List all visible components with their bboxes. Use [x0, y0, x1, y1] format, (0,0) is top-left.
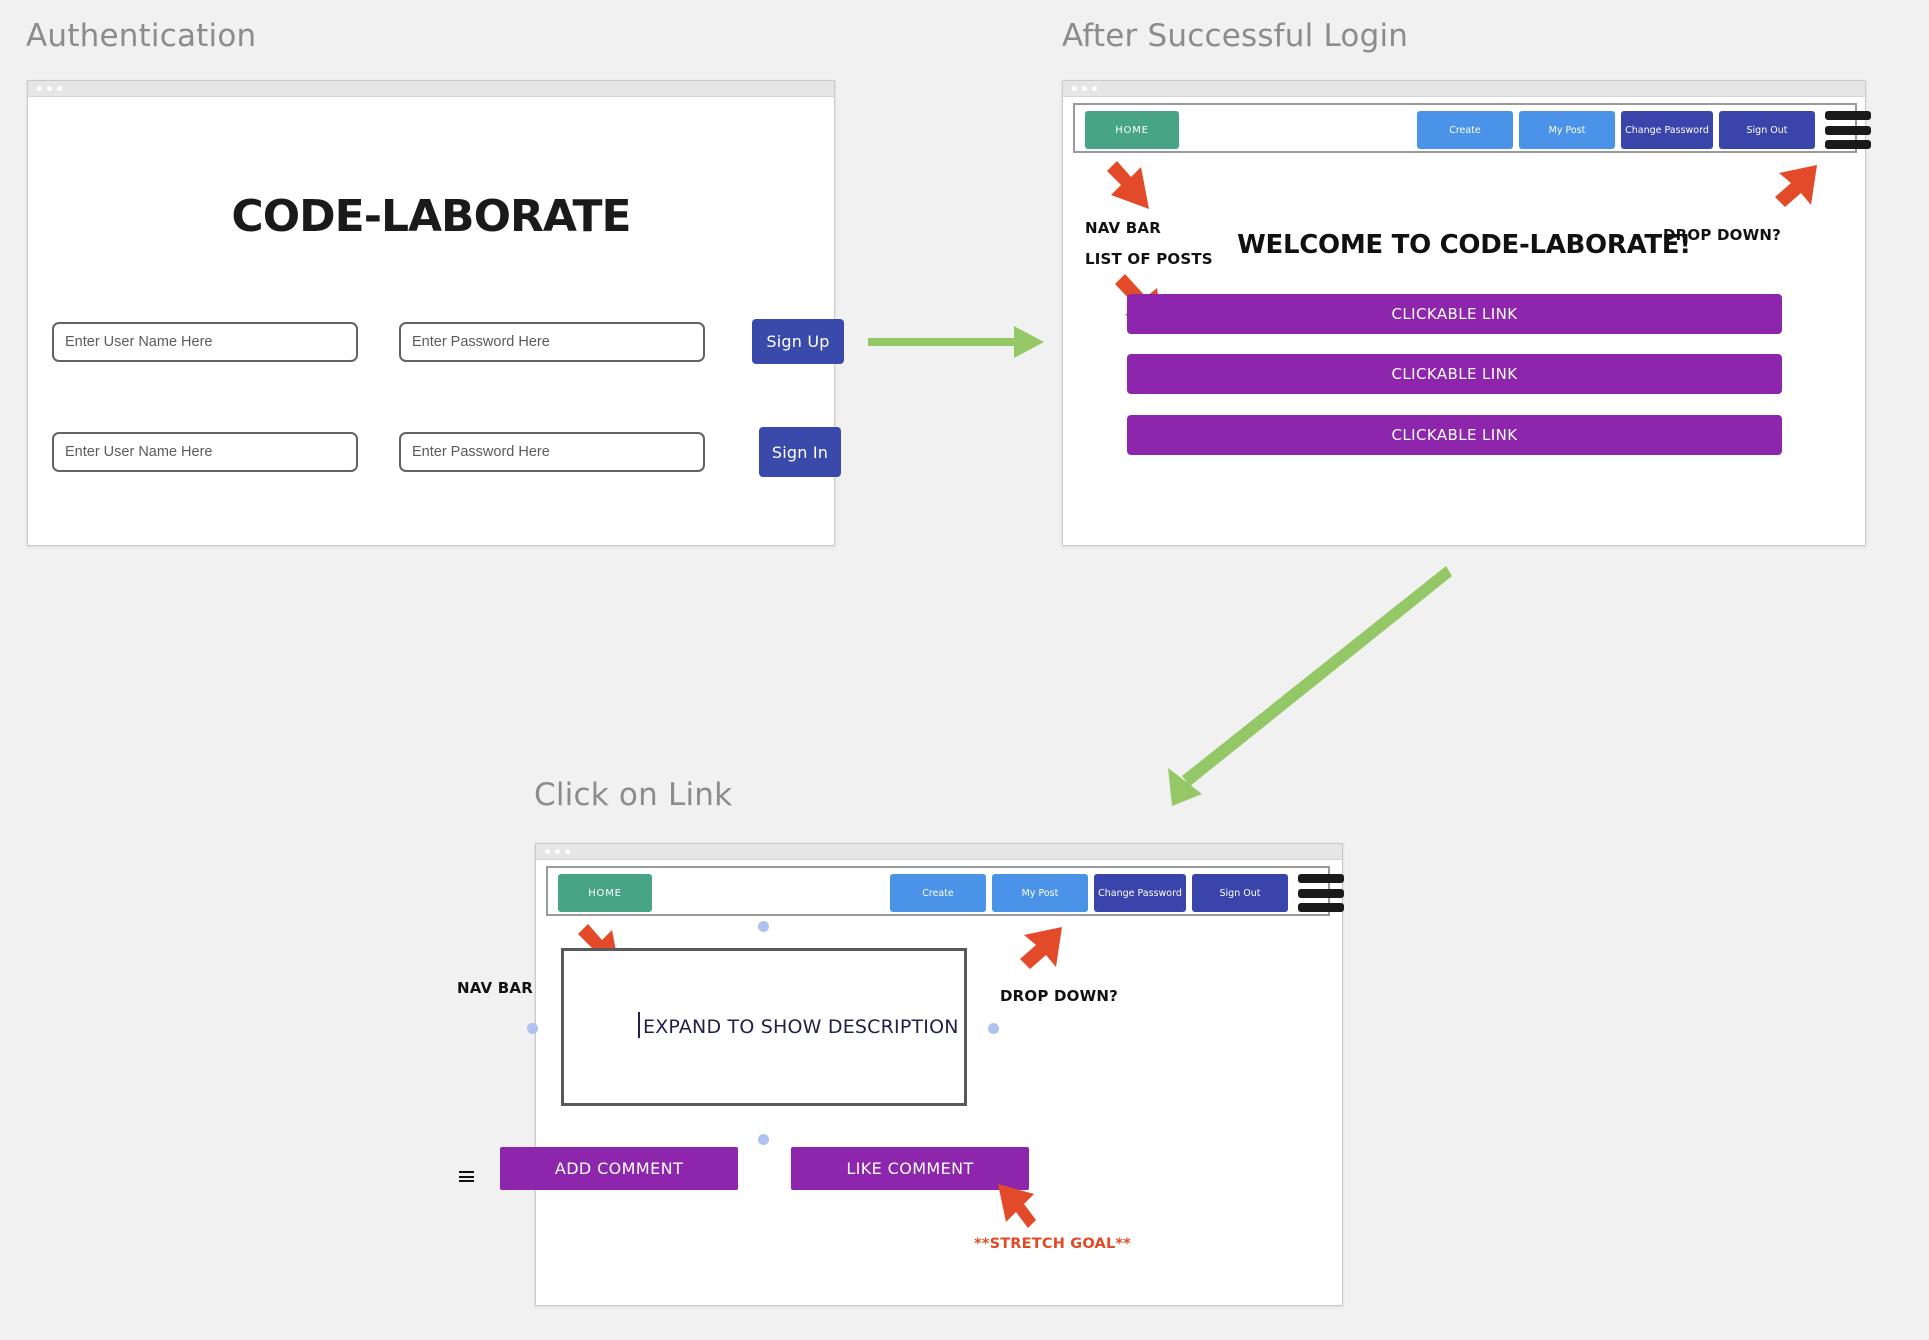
signup-password-input[interactable]: Enter Password Here [399, 322, 705, 362]
nav-my-post-button[interactable]: My Post [1519, 111, 1615, 149]
auth-browser-window: CODE-LABORATE Enter User Name Here Enter… [27, 80, 844, 546]
window-titlebar [1063, 81, 1865, 97]
window-titlebar [28, 81, 834, 97]
section-title-after-login: After Successful Login [1062, 18, 1409, 54]
resize-handle-left[interactable] [527, 1023, 538, 1034]
description-label: EXPAND TO SHOW DESCRIPTION [643, 1016, 959, 1038]
mockup-canvas: Authentication After Successful Login Cl… [0, 0, 1929, 1340]
resize-handle-top[interactable] [758, 921, 769, 932]
text-caret-icon [638, 1012, 640, 1038]
annotation-stretch-goal: **STRETCH GOAL** [974, 1236, 1131, 1252]
hamburger-icon[interactable] [1825, 111, 1871, 149]
window-dot-icon [565, 849, 570, 854]
window-titlebar [536, 844, 1342, 860]
post-link-2[interactable]: CLICKABLE LINK [1127, 354, 1782, 394]
navbar: HOME Create My Post Change Password Sign… [546, 866, 1344, 916]
flow-arrow-right-icon [868, 326, 1044, 358]
annotation-arrow-navbar-icon [1107, 161, 1149, 209]
nav-sign-out-button[interactable]: Sign Out [1192, 874, 1288, 912]
section-title-click-on-link: Click on Link [534, 777, 733, 813]
hamburger-icon[interactable] [1298, 874, 1344, 912]
post-link-3[interactable]: CLICKABLE LINK [1127, 415, 1782, 455]
signin-password-input[interactable]: Enter Password Here [399, 432, 705, 472]
annotation-arrow-dropdown-icon [1775, 165, 1817, 207]
description-label-wrapper: EXPAND TO SHOW DESCRIPTION [638, 1012, 959, 1038]
footer-hamburger-icon[interactable] [459, 1171, 474, 1182]
annotation-arrow-dropdown-icon [1020, 927, 1062, 969]
sign-in-button[interactable]: Sign In [759, 427, 841, 477]
nav-home-button[interactable]: HOME [558, 874, 652, 912]
nav-change-password-button[interactable]: Change Password [1621, 111, 1713, 149]
home-window-body: HOME Create My Post Change Password Sign… [1063, 97, 1871, 545]
window-dot-icon [1072, 86, 1077, 91]
window-dot-icon [1092, 86, 1097, 91]
add-comment-button[interactable]: ADD COMMENT [500, 1147, 738, 1190]
nav-create-button[interactable]: Create [890, 874, 986, 912]
flow-arrow-diagonal-icon [1168, 566, 1452, 806]
annotation-list-of-posts: LIST OF POSTS [1085, 250, 1213, 268]
navbar: HOME Create My Post Change Password Sign… [1073, 103, 1871, 153]
annotation-nav-bar: NAV BAR [457, 979, 533, 997]
post-link-1[interactable]: CLICKABLE LINK [1127, 294, 1782, 334]
auth-window-body: CODE-LABORATE Enter User Name Here Enter… [28, 97, 844, 545]
window-dot-icon [57, 86, 62, 91]
section-title-authentication: Authentication [26, 18, 257, 54]
detail-window-body: HOME Create My Post Change Password Sign… [457, 860, 1344, 1305]
sign-up-button[interactable]: Sign Up [752, 319, 844, 364]
brand-title: CODE-LABORATE [231, 191, 631, 242]
window-dot-icon [555, 849, 560, 854]
window-dot-icon [1082, 86, 1087, 91]
nav-sign-out-button[interactable]: Sign Out [1719, 111, 1815, 149]
nav-my-post-button[interactable]: My Post [992, 874, 1088, 912]
window-dot-icon [47, 86, 52, 91]
like-comment-button[interactable]: LIKE COMMENT [791, 1147, 1029, 1190]
nav-create-button[interactable]: Create [1417, 111, 1513, 149]
nav-home-button[interactable]: HOME [1085, 111, 1179, 149]
nav-change-password-button[interactable]: Change Password [1094, 874, 1186, 912]
signup-username-input[interactable]: Enter User Name Here [52, 322, 358, 362]
window-dot-icon [37, 86, 42, 91]
detail-browser-window: HOME Create My Post Change Password Sign… [457, 843, 1344, 1306]
window-dot-icon [545, 849, 550, 854]
signin-username-input[interactable]: Enter User Name Here [52, 432, 358, 472]
annotation-drop-down: DROP DOWN? [1000, 987, 1118, 1005]
annotation-arrow-stretch-goal-icon [998, 1184, 1036, 1228]
resize-handle-bottom[interactable] [758, 1134, 769, 1145]
resize-handle-right[interactable] [988, 1023, 999, 1034]
home-browser-window: HOME Create My Post Change Password Sign… [1062, 80, 1871, 546]
description-box[interactable]: EXPAND TO SHOW DESCRIPTION [561, 948, 967, 1106]
